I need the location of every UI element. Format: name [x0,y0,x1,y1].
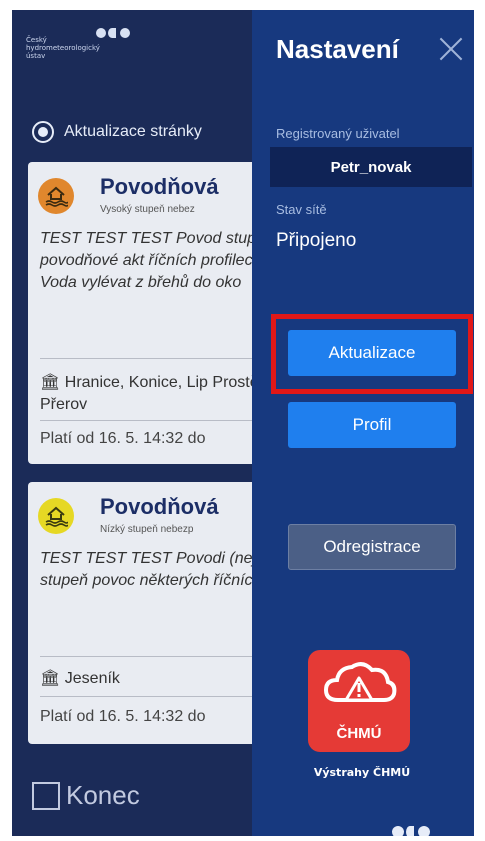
exit-label: Konec [66,780,140,810]
card-title: Povodňová [100,174,219,199]
registered-user-label: Registrovaný uživatel [276,126,400,141]
cloud-warning-icon [323,662,397,702]
settings-panel: Nastavení Registrovaný uživatel Petr_nov… [252,10,474,836]
divider [40,358,268,359]
building-icon: 🏛 [40,670,65,687]
card-subtitle: Nízký stupeň nebezp [100,524,194,535]
update-button[interactable]: Aktualizace [288,330,456,376]
card-body: TEST TEST TEST Povodi (nejnižší) stupeň … [40,550,268,589]
card-locations: 🏛 Hranice, Konice, Lip Prostějov, Přerov [40,374,268,413]
panel-title: Nastavení [276,34,399,64]
card-body: TEST TEST TEST Povod stupeň povodňové ak… [40,230,268,291]
card-valid-from: Platí od 16. 5. 14:32 do [40,708,206,725]
auto-refresh-toggle[interactable]: Aktualizace stránky [32,120,272,144]
logo-mark-icon [96,28,130,40]
unregister-button[interactable]: Odregistrace [288,524,456,570]
logo-line-1: Český [26,36,47,44]
checkbox-icon[interactable] [32,781,60,810]
logo-mark-icon [392,826,432,836]
chmu-warnings-app-icon[interactable]: ČHMÚ [308,650,410,752]
warning-logo-text: ČHMÚ [336,725,382,742]
building-icon: 🏛 [40,374,65,391]
card-subtitle: Vysoký stupeň nebez [100,204,195,215]
flood-icon [38,178,74,214]
divider [40,420,268,421]
chmu-logo: Český hydrometeorologický ústav [26,28,176,70]
divider [40,656,268,657]
close-icon[interactable] [434,32,468,66]
registered-user-value: Petr_novak [270,147,472,187]
warning-card[interactable]: Povodňová Nízký stupeň nebezp TEST TEST … [28,482,268,744]
card-locations: 🏛 Jeseník [40,670,120,687]
logo-line-2: hydrometeorologický [26,44,100,52]
flood-icon [38,498,74,534]
profile-button[interactable]: Profil [288,402,456,448]
warning-caption: Výstrahy ČHMÚ [313,766,411,779]
network-status-label: Stav sítě [276,202,327,217]
warnings-list-view: Český hydrometeorologický ústav Aktualiz… [12,10,268,836]
network-status-value: Připojeno [276,230,357,251]
divider [40,696,268,697]
exit-toggle[interactable]: Konec [32,780,140,811]
warning-card[interactable]: Povodňová Vysoký stupeň nebez TEST TEST … [28,162,268,464]
radio-icon[interactable] [32,121,54,143]
card-valid-from: Platí od 16. 5. 14:32 do [40,430,206,447]
app-frame: Český hydrometeorologický ústav Aktualiz… [12,10,474,836]
card-title: Povodňová [100,494,219,519]
auto-refresh-label: Aktualizace stránky [64,123,202,140]
logo-line-3: ústav [26,52,46,60]
